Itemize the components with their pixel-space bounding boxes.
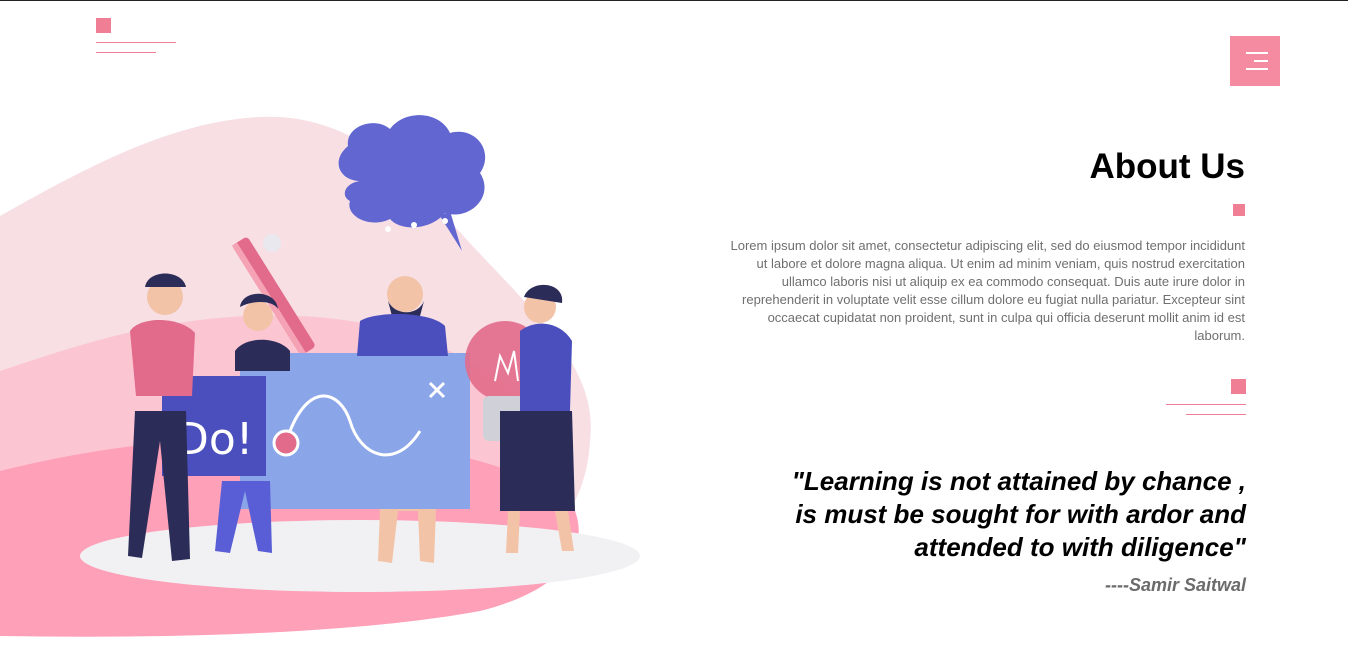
page-title: About Us — [1089, 147, 1245, 186]
quote-author: ----Samir Saitwal — [1104, 575, 1246, 595]
divider-square — [1231, 379, 1246, 394]
section-divider — [1160, 379, 1246, 419]
hamburger-icon — [1246, 52, 1268, 54]
logo[interactable] — [96, 18, 178, 58]
divider-line — [1186, 414, 1246, 415]
ground-shadow — [80, 520, 640, 592]
divider-line — [1166, 404, 1246, 405]
about-section: About Us Lorem ipsum dolor sit amet, con… — [725, 146, 1245, 345]
hamburger-icon — [1254, 60, 1268, 62]
logo-line — [96, 52, 156, 53]
logo-square — [96, 18, 111, 33]
logo-line — [96, 42, 176, 43]
hamburger-icon — [1246, 68, 1268, 70]
quote-line-3: attended to with diligence" — [914, 532, 1246, 562]
quote: "Learning is not attained by chance , is… — [686, 465, 1246, 564]
quote-line-1: "Learning is not attained by chance , — [791, 466, 1246, 496]
about-body: Lorem ipsum dolor sit amet, consectetur … — [730, 238, 1245, 343]
menu-button[interactable] — [1230, 36, 1280, 86]
team-illustration: Do! — [0, 115, 640, 637]
quote-line-2: is must be sought for with ardor and — [795, 499, 1246, 529]
title-accent-square — [1233, 204, 1245, 216]
